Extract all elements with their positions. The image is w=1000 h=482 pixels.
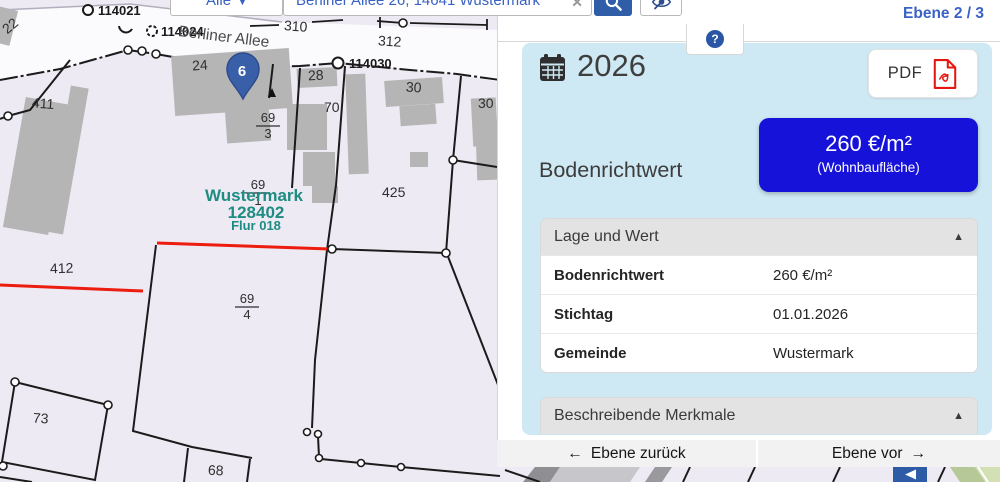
eye-slash-icon — [651, 0, 671, 10]
search-button[interactable] — [594, 0, 632, 16]
parcel-label: 425 — [382, 184, 406, 200]
row-value: 01.01.2026 — [773, 305, 849, 323]
marker-circle-114021[interactable] — [82, 4, 94, 16]
toggle-layer-visibility-button[interactable] — [640, 0, 682, 16]
row-label: Gemeinde — [554, 344, 627, 362]
parcel-label: 24 — [192, 56, 209, 73]
brw-year: 2026 — [577, 48, 646, 83]
parcel-label: 30 — [405, 79, 422, 96]
row-value: Wustermark — [773, 344, 854, 362]
ebene-forward-label: Ebene vor — [831, 444, 903, 462]
pdf-button-label: PDF — [887, 64, 923, 82]
row-label: Bodenrichtwert — [554, 266, 665, 284]
parcel-label: 312 — [378, 32, 403, 50]
pdf-download-button[interactable]: PDF — [868, 49, 978, 98]
parcel-label: 28 — [308, 67, 325, 84]
fraction-den: 3 — [264, 126, 271, 141]
detail-panel: Ebene 2 / 3 2026 PDF Bodenrichtwert 260 … — [497, 0, 1000, 440]
search-input[interactable]: Berliner Allee 26, 14641 Wustermark ✕ — [283, 0, 592, 16]
calendar-icon — [540, 54, 565, 81]
fraction-num: 69 — [261, 110, 275, 125]
fraction-num: 69 — [240, 291, 254, 306]
chevron-down-icon: ▼ — [238, 0, 247, 7]
parcel-label: 73 — [32, 410, 49, 427]
marker-label: 114030 — [349, 56, 392, 71]
clear-search-icon[interactable]: ✕ — [571, 0, 583, 11]
parcel-label: 412 — [50, 260, 74, 277]
table-row: Gemeinde Wustermark — [541, 333, 977, 372]
search-filter-dropdown[interactable]: Alle ▼ — [170, 0, 283, 16]
ebene-navigation-bar: ← Ebene zurück Ebene vor → — [497, 440, 1000, 467]
collapse-icon[interactable]: ▲ — [953, 231, 964, 243]
brw-value-chip[interactable]: 260 €/m² (Wohnbaufläche) — [759, 118, 978, 192]
table-row: Stichtag 01.01.2026 — [541, 294, 977, 333]
help-tab: ? — [686, 24, 744, 55]
filter-label: Alle — [206, 0, 232, 9]
parcel-label: 30 — [478, 95, 494, 111]
ebene-back-button[interactable]: ← Ebene zurück — [497, 440, 756, 467]
section-header-lage[interactable]: Lage und Wert ▲ — [541, 219, 977, 255]
zone-flur: Flur 018 — [231, 218, 281, 233]
ebene-back-label: Ebene zurück — [590, 444, 686, 462]
arrow-right-icon: → — [910, 444, 927, 462]
row-value: 260 €/m² — [773, 266, 833, 284]
row-label: Stichtag — [554, 305, 614, 323]
section-title: Lage und Wert — [554, 228, 659, 245]
parcel-label: 68 — [208, 462, 225, 479]
section-title: Beschreibende Merkmale — [554, 407, 736, 424]
ebene-forward-button[interactable]: Ebene vor → — [758, 440, 1000, 467]
help-icon[interactable]: ? — [706, 30, 724, 48]
search-icon — [605, 0, 622, 11]
brw-value: 260 €/m² — [825, 131, 912, 156]
parcel-label: 411 — [31, 94, 55, 112]
app-window: 114021 114024 114030 Berliner Allee 22 4… — [0, 0, 1000, 482]
fraction-den: 4 — [243, 307, 250, 322]
ebene-indicator[interactable]: Ebene 2 / 3 — [903, 5, 984, 22]
parcel-label: 310 — [284, 17, 309, 35]
section-lage-und-wert: Lage und Wert ▲ Bodenrichtwert 260 €/m² … — [541, 219, 977, 372]
collapse-icon[interactable]: ▲ — [953, 410, 964, 422]
parcel-label: 70 — [324, 99, 340, 115]
brw-card: 2026 PDF Bodenrichtwert 260 €/m² (Wohnba… — [522, 43, 992, 435]
section-header-merkmale[interactable]: Beschreibende Merkmale ▲ — [541, 398, 977, 434]
section-beschreibende-merkmale: Beschreibende Merkmale ▲ — [541, 398, 977, 435]
brw-label: Bodenrichtwert — [539, 158, 683, 182]
brw-usage: (Wohnbaufläche) — [817, 160, 920, 175]
pin-number: 6 — [238, 63, 246, 80]
marker-label: 114021 — [98, 3, 141, 18]
search-value: Berliner Allee 26, 14641 Wustermark — [296, 0, 541, 9]
arrow-left-icon: ← — [567, 444, 583, 462]
pdf-file-icon — [934, 58, 957, 89]
table-row: Bodenrichtwert 260 €/m² — [541, 255, 977, 294]
marker-circle-114024[interactable] — [146, 25, 158, 37]
marker-circle-114030[interactable] — [331, 56, 345, 70]
